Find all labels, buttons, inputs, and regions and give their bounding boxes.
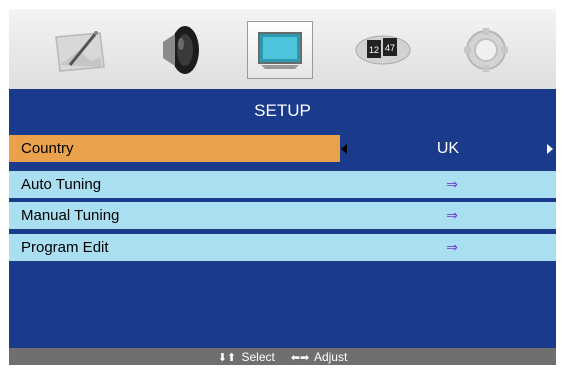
select-hint: ⬇⬆ Select <box>218 350 275 364</box>
picture-icon <box>55 31 105 72</box>
right-arrow-icon[interactable] <box>547 144 553 154</box>
tab-sound[interactable] <box>147 21 213 79</box>
menu-row-label: Auto Tuning <box>21 176 102 193</box>
menu-row-country[interactable]: Country UK <box>9 135 556 162</box>
enter-arrow-icon: ⇒ <box>446 207 458 223</box>
menu-row-program-edit[interactable]: Program Edit ⇒ <box>9 234 556 261</box>
country-value: UK <box>436 139 460 157</box>
help-bar: ⬇⬆ Select ⬅➡ Adjust <box>9 348 556 365</box>
gear-icon <box>464 28 508 72</box>
menu-row-label: Country <box>21 140 74 157</box>
left-right-arrows-icon: ⬅➡ <box>290 351 310 364</box>
adjust-hint: ⬅➡ Adjust <box>291 350 347 364</box>
osd-menu: 12 47 SETUP Country UK Auto Tuning ⇒ Man… <box>9 9 556 365</box>
menu-icon-bar: 12 47 <box>9 9 556 89</box>
up-down-arrows-icon: ⬇⬆ <box>217 351 237 364</box>
enter-arrow-icon: ⇒ <box>446 239 458 255</box>
menu-title: SETUP <box>254 101 311 120</box>
adjust-hint-label: Adjust <box>313 349 348 364</box>
tab-options[interactable] <box>453 21 519 79</box>
tab-time[interactable]: 12 47 <box>350 21 416 79</box>
menu-row-auto-tuning[interactable]: Auto Tuning ⇒ <box>9 171 556 198</box>
left-arrow-icon[interactable] <box>341 144 347 154</box>
menu-row-manual-tuning[interactable]: Manual Tuning ⇒ <box>9 202 556 229</box>
menu-row-label: Program Edit <box>21 239 109 256</box>
tv-screen-icon <box>258 32 302 69</box>
tab-picture[interactable] <box>46 21 112 79</box>
enter-arrow-icon: ⇒ <box>446 176 458 192</box>
svg-text:47: 47 <box>385 43 395 53</box>
select-hint-label: Select <box>241 349 275 364</box>
country-value-selector[interactable]: UK <box>340 135 556 162</box>
svg-text:12: 12 <box>369 45 379 55</box>
clock-icon: 12 47 <box>355 35 411 65</box>
speaker-icon <box>163 26 199 74</box>
tab-setup[interactable] <box>247 21 313 79</box>
menu-row-label: Manual Tuning <box>21 207 120 224</box>
